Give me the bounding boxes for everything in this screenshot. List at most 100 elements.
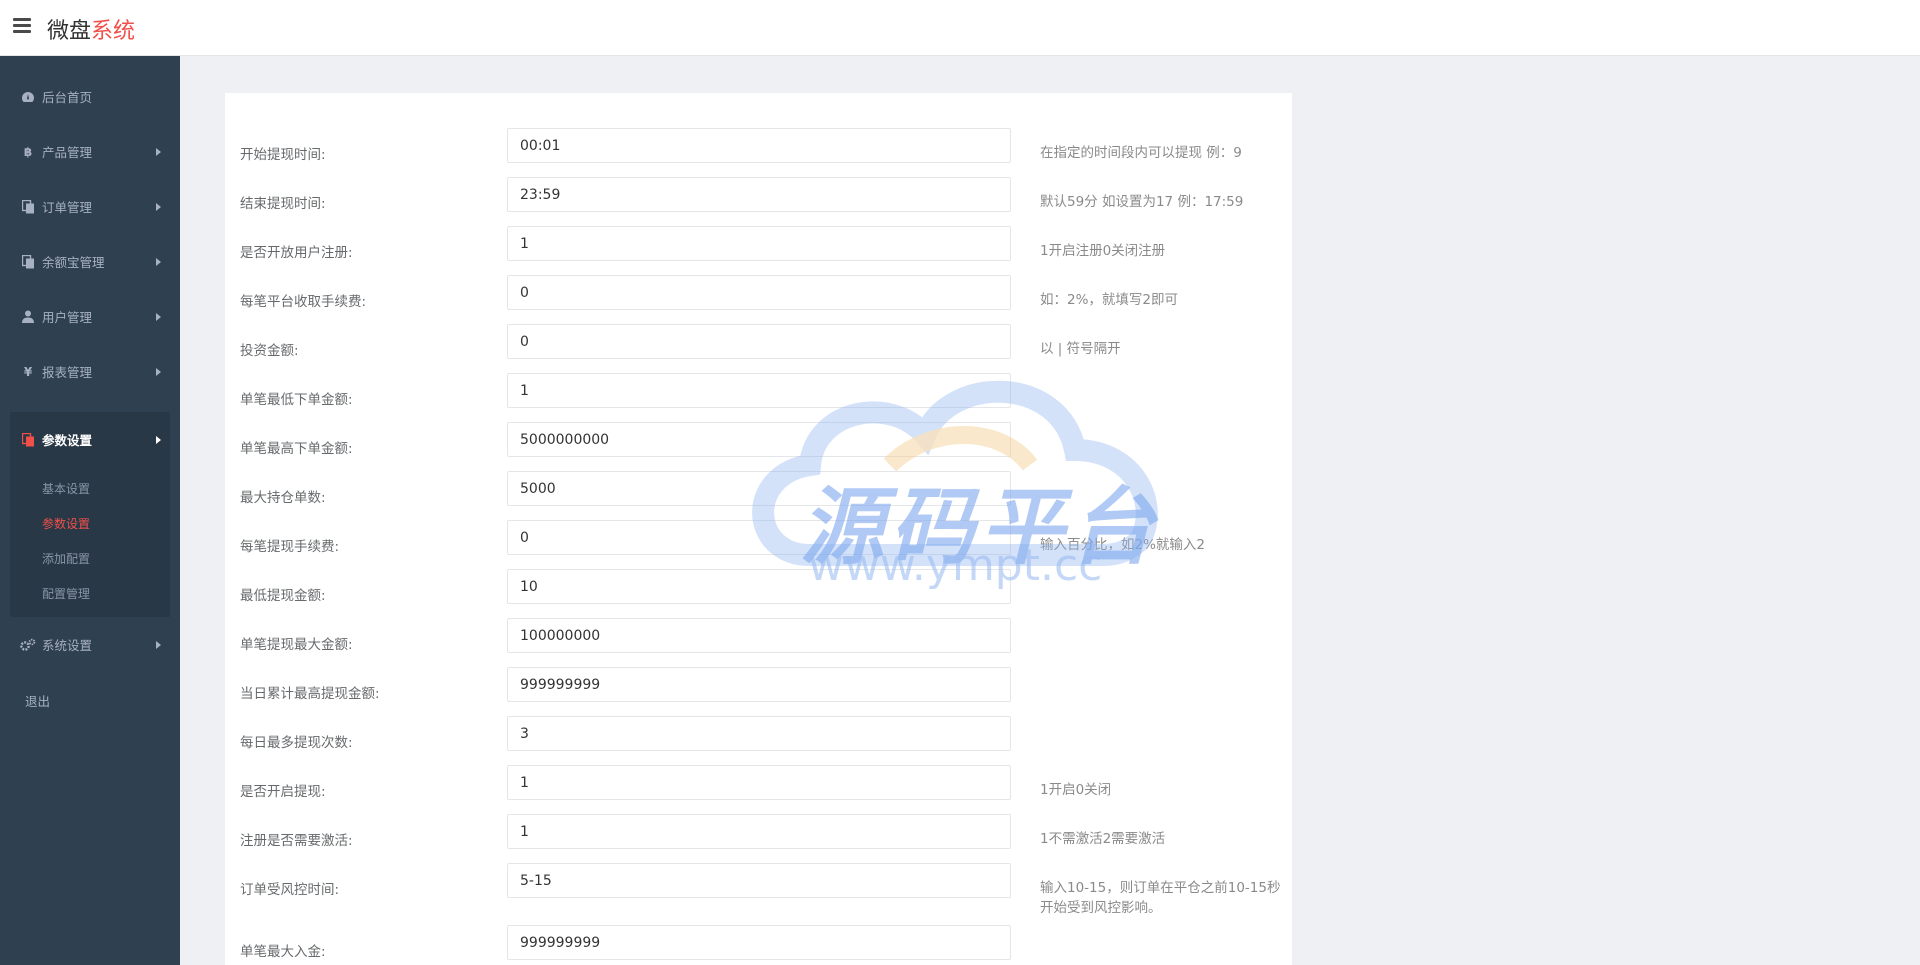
form-row: 开始提现时间: 在指定的时间段内可以提现 例：9: [225, 128, 1292, 177]
form-row: 投资金额: 以 | 符号隔开: [225, 324, 1292, 373]
sidebar-submenu: 基本设置 参数设置 添加配置 配置管理: [10, 467, 170, 617]
sidebar-item-orders[interactable]: 订单管理: [0, 179, 180, 234]
form-field-input[interactable]: [507, 128, 1011, 163]
form-field-input[interactable]: [507, 422, 1011, 457]
sidebar-item-label: 后台首页: [42, 90, 93, 105]
form-field-label: 结束提现时间:: [240, 196, 326, 212]
copy-icon: [20, 199, 36, 214]
sidebar-item-yuebao[interactable]: 余额宝管理: [0, 234, 180, 289]
form-field-input[interactable]: [507, 226, 1011, 261]
form-row: 是否开启提现: 1开启0关闭: [225, 765, 1292, 814]
form-field-help-text: 1开启注册0关闭注册: [1040, 243, 1166, 259]
form-field-label: 开始提现时间:: [240, 147, 326, 163]
form-field-label: 每笔平台收取手续费:: [240, 294, 367, 310]
copy-icon: [20, 254, 36, 269]
form-field-label: 每日最多提现次数:: [240, 735, 353, 751]
logout-link[interactable]: 退出: [0, 672, 180, 728]
sidebar-item-users[interactable]: 用户管理: [0, 289, 180, 344]
form-field-help-text: 在指定的时间段内可以提现 例：9: [1040, 145, 1242, 161]
form-field-input[interactable]: [507, 471, 1011, 506]
sidebar-item-products[interactable]: ฿ 产品管理: [0, 124, 180, 179]
sidebar-item-reports[interactable]: ¥ 报表管理: [0, 344, 180, 399]
form-field-label: 当日累计最高提现金额:: [240, 686, 380, 702]
form-field-label: 最低提现金额:: [240, 588, 326, 604]
sidebar-item-label: 订单管理: [42, 200, 93, 215]
submenu-item-config-management[interactable]: 配置管理: [10, 576, 170, 611]
form-row: 单笔最高下单金额:: [225, 422, 1292, 471]
dashboard-icon: [20, 90, 36, 104]
sidebar-item-label: 系统设置: [42, 638, 93, 653]
form-row: 最低提现金额:: [225, 569, 1292, 618]
form-field-help-text: 如：2%，就填写2即可: [1040, 292, 1179, 308]
form-field-label: 单笔提现最大金额:: [240, 637, 353, 653]
form-field-input[interactable]: [507, 716, 1011, 751]
form-field-input[interactable]: [507, 373, 1011, 408]
form-field-label: 投资金额:: [240, 343, 299, 359]
form-field-help-text: 默认59分 如设置为17 例：17:59: [1040, 194, 1244, 210]
form-row: 当日累计最高提现金额:: [225, 667, 1292, 716]
form-field-input[interactable]: [507, 765, 1011, 800]
form-row: 每笔提现手续费: 输入百分比，如2%就输入2: [225, 520, 1292, 569]
form-field-label: 注册是否需要激活:: [240, 833, 353, 849]
form-field-input[interactable]: [507, 275, 1011, 310]
sidebar-item-params[interactable]: 参数设置: [10, 412, 170, 467]
settings-form-panel: 开始提现时间: 在指定的时间段内可以提现 例：9 结束提现时间: 默认59分 如设置为…: [225, 93, 1292, 965]
submenu-item-basic-settings[interactable]: 基本设置: [10, 471, 170, 506]
form-field-input[interactable]: [507, 667, 1011, 702]
form-field-input[interactable]: [507, 814, 1011, 849]
form-field-help-text: 输入10-15，则订单在平仓之前10-15秒开始受到风控影响。: [1040, 880, 1281, 916]
form-row: 每笔平台收取手续费: 如：2%，就填写2即可: [225, 275, 1292, 324]
caret-right-icon: [156, 367, 161, 376]
form-field-label: 订单受风控时间:: [240, 882, 340, 898]
form-field-label: 是否开放用户注册:: [240, 245, 353, 261]
caret-right-icon: [156, 147, 161, 156]
form-row: 单笔最大入金:: [225, 925, 1292, 965]
form-field-input[interactable]: [507, 520, 1011, 555]
form-field-input[interactable]: [507, 925, 1011, 960]
gears-icon: [20, 638, 36, 652]
brand-main-text: 微盘: [47, 19, 92, 44]
sidebar-item-label: 报表管理: [42, 365, 93, 380]
form-row: 单笔最低下单金额:: [225, 373, 1292, 422]
user-icon: [20, 310, 36, 324]
form-row: 注册是否需要激活: 1不需激活2需要激活: [225, 814, 1292, 863]
form-field-help-text: 以 | 符号隔开: [1040, 341, 1121, 357]
form-field-help-text: 输入百分比，如2%就输入2: [1040, 537, 1206, 553]
sidebar-group-params: 参数设置 基本设置 参数设置 添加配置 配置管理: [10, 412, 170, 617]
submenu-item-add-config[interactable]: 添加配置: [10, 541, 170, 576]
caret-right-icon: [156, 312, 161, 321]
form-row: 单笔提现最大金额:: [225, 618, 1292, 667]
form-row: 是否开放用户注册: 1开启注册0关闭注册: [225, 226, 1292, 275]
form-field-label: 是否开启提现:: [240, 784, 326, 800]
form-field-label: 单笔最低下单金额:: [240, 392, 353, 408]
sidebar-item-home[interactable]: 后台首页: [0, 69, 180, 124]
caret-right-icon: [156, 257, 161, 266]
form-row: 每日最多提现次数:: [225, 716, 1292, 765]
submenu-item-param-settings[interactable]: 参数设置: [10, 506, 170, 541]
form-field-input[interactable]: [507, 569, 1011, 604]
bitcoin-icon: ฿: [23, 144, 33, 159]
sidebar: 后台首页 ฿ 产品管理 订单管理 余额宝管理 用户管理 ¥ 报表管理 参数设置 …: [0, 56, 180, 965]
form-field-label: 每笔提现手续费:: [240, 539, 340, 555]
form-field-input[interactable]: [507, 618, 1011, 653]
form-field-label: 单笔最大入金:: [240, 944, 326, 960]
form-field-help-text: 1开启0关闭: [1040, 782, 1112, 798]
caret-right-icon: [156, 435, 161, 444]
sidebar-item-label: 产品管理: [42, 145, 93, 160]
yen-icon: ¥: [23, 364, 33, 379]
app-brand[interactable]: 微盘系统: [47, 13, 135, 45]
form-row: 订单受风控时间: 输入10-15，则订单在平仓之前10-15秒开始受到风控影响。: [225, 863, 1292, 916]
form-field-input[interactable]: [507, 324, 1011, 359]
form-row: 最大持仓单数:: [225, 471, 1292, 520]
sidebar-item-system[interactable]: 系统设置: [0, 617, 180, 672]
form-field-input[interactable]: [507, 863, 1011, 898]
sidebar-item-label: 余额宝管理: [42, 255, 105, 270]
form-field-help-text: 1不需激活2需要激活: [1040, 831, 1166, 847]
hamburger-menu-icon[interactable]: [13, 18, 33, 36]
top-header: 微盘系统: [0, 0, 1920, 56]
sidebar-item-label: 参数设置: [42, 433, 93, 448]
caret-right-icon: [156, 202, 161, 211]
caret-right-icon: [156, 640, 161, 649]
form-field-label: 单笔最高下单金额:: [240, 441, 353, 457]
form-field-input[interactable]: [507, 177, 1011, 212]
